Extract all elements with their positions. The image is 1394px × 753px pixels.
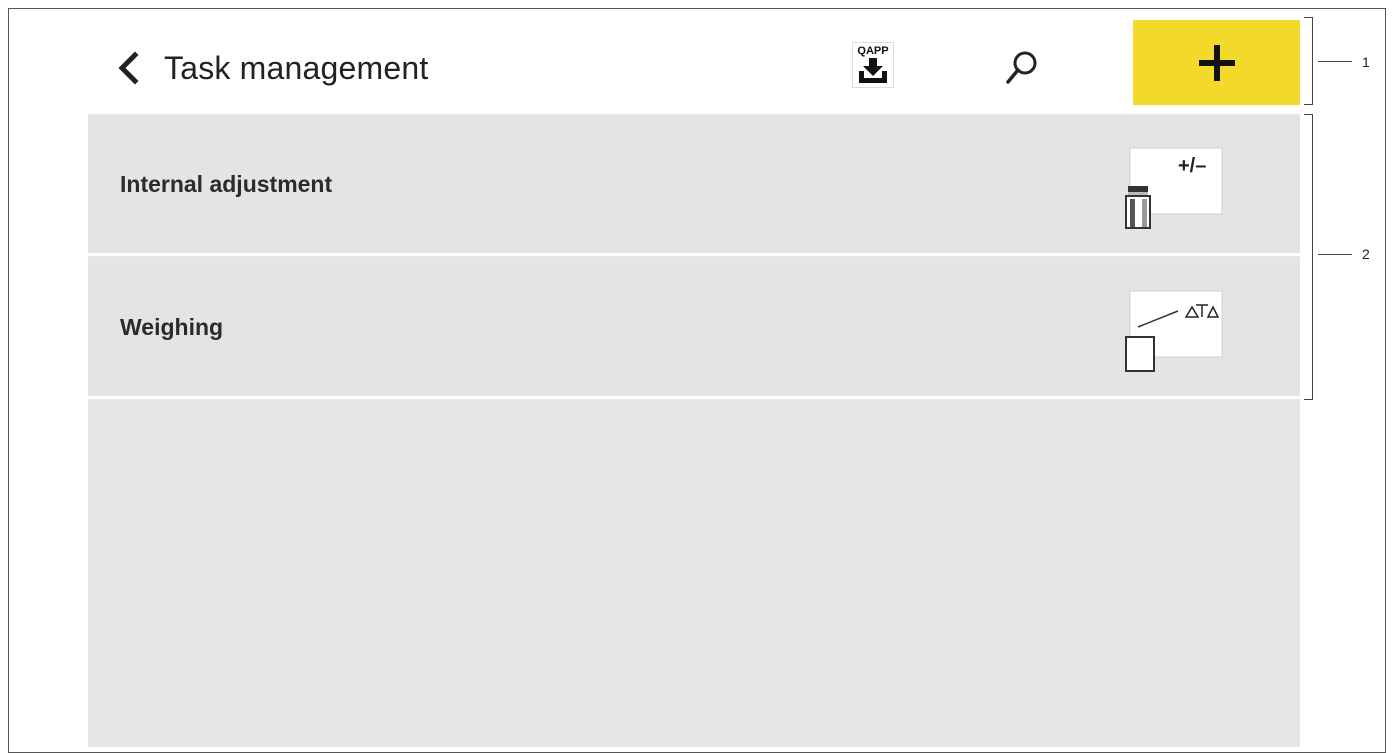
task-label: Internal adjustment <box>120 171 333 197</box>
back-button[interactable] <box>108 48 148 88</box>
page-title: Task management <box>164 50 429 86</box>
plus-icon <box>1198 44 1235 81</box>
task-item-internal-adjustment[interactable]: Internal adjustment +/– <box>88 116 1300 256</box>
callout-bracket-2 <box>1304 114 1313 400</box>
qapp-label: QAPP <box>857 45 889 57</box>
qapp-import-icon: QAPP <box>852 42 894 88</box>
internal-adjustment-icon: +/– <box>1125 147 1223 229</box>
svg-text:+/–: +/– <box>1178 155 1206 177</box>
chevron-left-icon <box>118 51 139 85</box>
task-item-weighing[interactable]: Weighing <box>88 259 1300 399</box>
callout-label-1: 1 <box>1362 54 1370 70</box>
search-button[interactable] <box>1000 46 1044 90</box>
top-bar: Task management QAPP <box>88 20 1300 114</box>
search-icon <box>1006 51 1037 84</box>
device-screen: Task management QAPP Internal adjustment… <box>88 20 1300 747</box>
qapp-import-button[interactable]: QAPP <box>848 42 898 92</box>
callout-line-1 <box>1318 61 1352 62</box>
add-task-button[interactable] <box>1133 20 1300 105</box>
callout-line-2 <box>1318 254 1352 255</box>
task-label: Weighing <box>120 314 224 340</box>
callout-bracket-1 <box>1304 17 1313 105</box>
weighing-icon <box>1125 290 1223 372</box>
callout-label-2: 2 <box>1362 246 1370 262</box>
